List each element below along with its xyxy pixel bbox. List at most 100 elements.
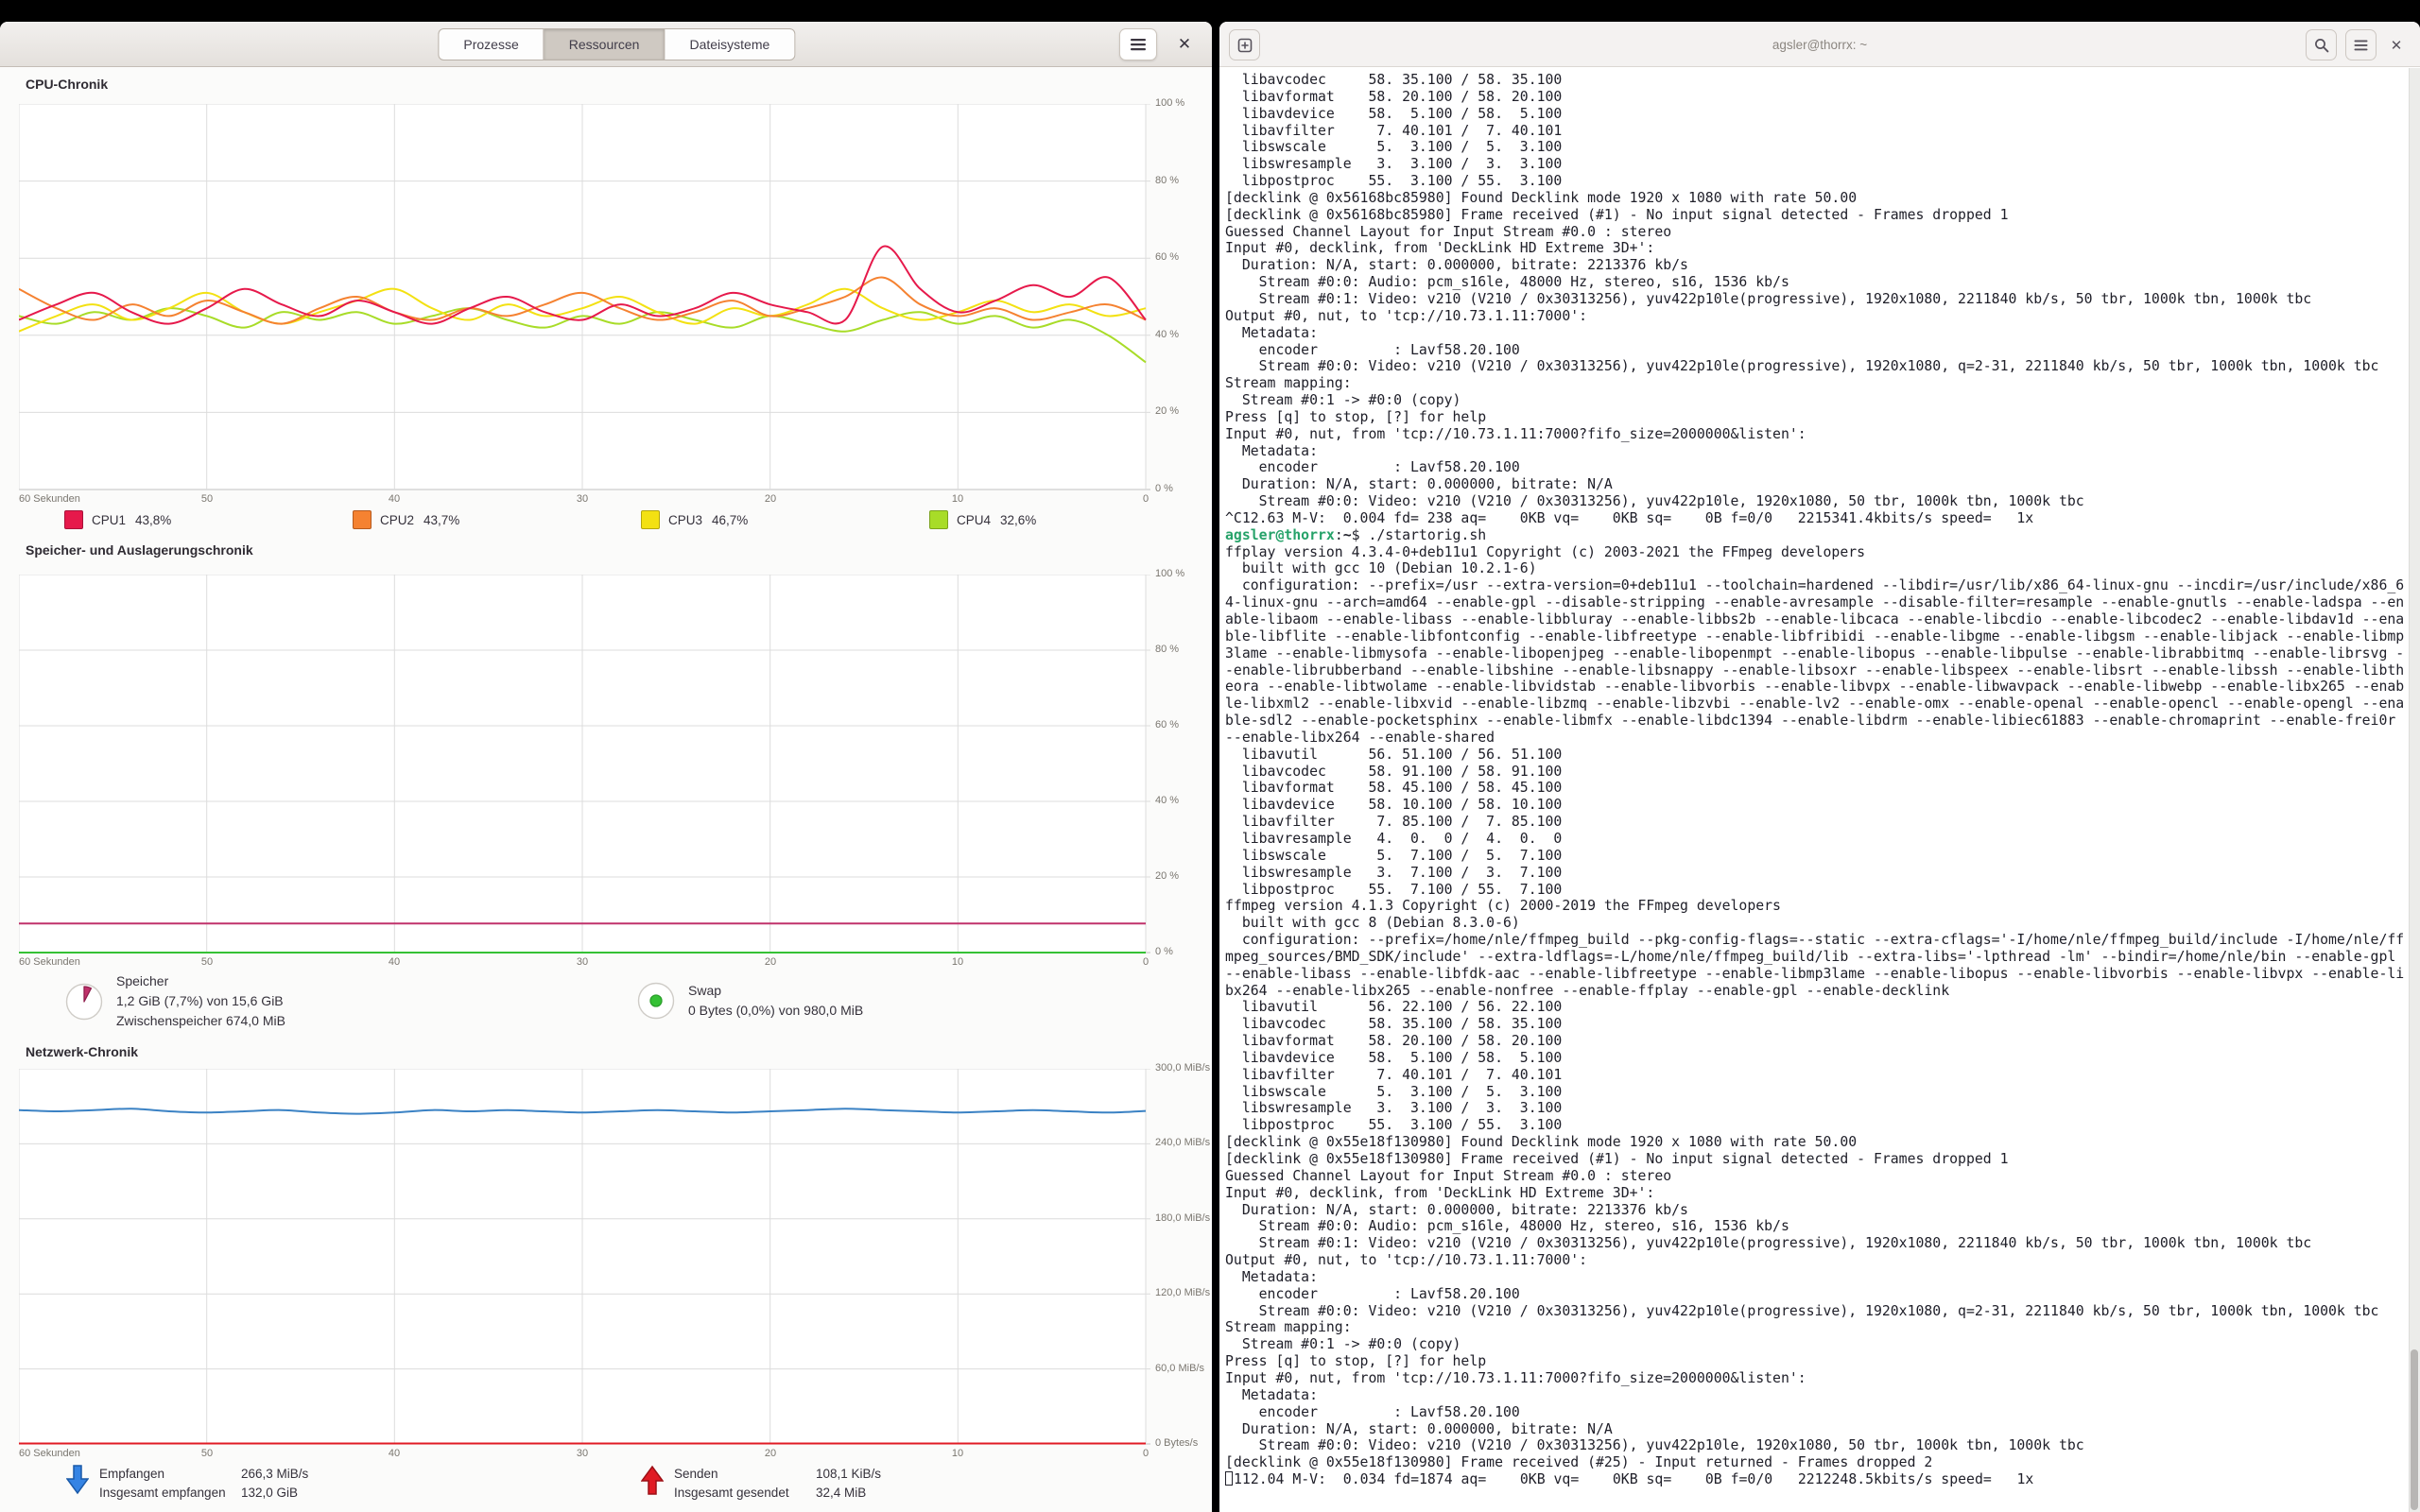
x-tick-label: 40 [389,1448,400,1459]
x-tick-label: 60 Sekunden [19,956,80,968]
terminal-line: libavfilter 7. 85.100 / 7. 85.100 [1225,814,2409,831]
swap-gauge-block: Swap 0 Bytes (0,0%) von 980,0 MiB [636,981,863,1021]
monitor-close-button[interactable]: ✕ [1172,32,1197,57]
y-tick-label: 60 % [1155,251,1179,263]
terminal-line: [decklink @ 0x55e18f130980] Frame receiv… [1225,1454,2409,1471]
terminal-line: ^C12.63 M-V: 0.004 fd= 238 aq= 0KB vq= 0… [1225,510,2409,527]
terminal-line: Input #0, decklink, from 'DeckLink HD Ex… [1225,240,2409,257]
system-monitor-window: ProzesseRessourcenDateisysteme ✕ CPU-Chr… [0,22,1212,1512]
terminal-line: agsler@thorrx:~$ ./startorig.sh [1225,527,2409,544]
terminal-line: built with gcc 10 (Debian 10.2.1-6) [1225,560,2409,577]
x-tick-label: 50 [201,493,213,505]
terminal-line: libavutil 56. 22.100 / 56. 22.100 [1225,999,2409,1016]
monitor-headerbar: ProzesseRessourcenDateisysteme ✕ [0,22,1212,67]
receive-total: 132,0 GiB [241,1484,298,1503]
tab-dateisysteme[interactable]: Dateisysteme [665,28,795,60]
y-tick-label: 60,0 MiB/s [1155,1363,1204,1374]
scrollbar-thumb[interactable] [2411,1349,2418,1510]
x-tick-label: 0 [1143,956,1149,968]
monitor-tab-group: ProzesseRessourcenDateisysteme [438,28,795,60]
new-tab-button[interactable] [1229,29,1260,60]
cpu-color-swatch [641,510,660,529]
terminal-line: Stream mapping: [1225,1319,2409,1336]
terminal-line: Duration: N/A, start: 0.000000, bitrate:… [1225,1202,2409,1219]
x-tick-label: 10 [952,956,963,968]
y-tick-label: 20 % [1155,405,1179,417]
y-tick-label: 120,0 MiB/s [1155,1287,1210,1298]
terminal-line: Stream #0:0: Audio: pcm_s16le, 48000 Hz,… [1225,274,2409,291]
network-history-chart [19,1069,1146,1444]
terminal-line: libavutil 56. 51.100 / 56. 51.100 [1225,747,2409,764]
x-tick-label: 20 [765,493,776,505]
memory-gauge-block: Speicher 1,2 GiB (7,7%) von 15,6 GiB Zwi… [64,971,285,1031]
swap-usage: 0 Bytes (0,0%) von 980,0 MiB [688,1001,863,1021]
terminal-line: Stream #0:0: Audio: pcm_s16le, 48000 Hz,… [1225,1218,2409,1235]
terminal-line: ble-sdl2 --enable-pocketsphinx --enable-… [1225,713,2409,730]
cpu-legend-item-cpu4[interactable]: CPU4 32,6% [929,510,1036,529]
x-tick-label: 60 Sekunden [19,493,80,505]
terminal-line: ffmpeg version 4.1.3 Copyright (c) 2000-… [1225,898,2409,915]
terminal-line: Guessed Channel Layout for Input Stream … [1225,1168,2409,1185]
terminal-line: configuration: --prefix=/home/nle/ffmpeg… [1225,932,2409,949]
prompt-user: agsler@thorrx [1225,527,1335,543]
y-tick-label: 40 % [1155,795,1179,806]
terminal-line: Stream #0:0: Video: v210 (V210 / 0x30313… [1225,358,2409,375]
terminal-menu-button[interactable] [2345,29,2377,60]
terminal-line: Metadata: [1225,443,2409,460]
terminal-line: Metadata: [1225,325,2409,342]
receive-rate: 266,3 MiB/s [241,1465,308,1484]
terminal-line: eora --enable-libtwolame --enable-libvid… [1225,679,2409,696]
terminal-output[interactable]: libavcodec 58. 35.100 / 58. 35.100 libav… [1219,68,2409,1512]
terminal-line: Duration: N/A, start: 0.000000, bitrate:… [1225,257,2409,274]
cpu-name: CPU2 [380,513,414,527]
terminal-search-button[interactable] [2306,29,2337,60]
cpu-name: CPU1 [92,513,126,527]
terminal-cursor [1225,1471,1233,1486]
x-tick-label: 60 Sekunden [19,1448,80,1459]
monitor-menu-button[interactable] [1119,28,1157,60]
terminal-line: libswresample 3. 3.100 / 3. 3.100 [1225,156,2409,173]
memory-section-title: Speicher- und Auslagerungschronik [26,542,253,558]
terminal-line: libswresample 3. 3.100 / 3. 3.100 [1225,1100,2409,1117]
x-tick-label: 0 [1143,493,1149,505]
terminal-line: encoder : Lavf58.20.100 [1225,459,2409,476]
terminal-line: Stream #0:0: Video: v210 (V210 / 0x30313… [1225,1303,2409,1320]
x-tick-label: 30 [577,956,588,968]
memory-x-axis-labels: 60 Sekunden50403020100 [19,956,1146,970]
terminal-line: encoder : Lavf58.20.100 [1225,1286,2409,1303]
terminal-line: libswscale 5. 3.100 / 5. 3.100 [1225,139,2409,156]
terminal-close-button[interactable]: ✕ [2384,33,2409,58]
network-receive-legend: Empfangen 266,3 MiB/s Insgesamt empfange… [99,1465,308,1503]
y-tick-label: 100 % [1155,97,1184,109]
terminal-line: --enable-libass --enable-libfdk-aac --en… [1225,966,2409,983]
cpu-color-swatch [64,510,83,529]
x-tick-label: 50 [201,1448,213,1459]
y-tick-label: 20 % [1155,870,1179,882]
terminal-line: Stream #0:1 -> #0:0 (copy) [1225,392,2409,409]
swap-label: Swap [688,981,863,1001]
terminal-line: libavformat 58. 20.100 / 58. 20.100 [1225,89,2409,106]
terminal-line: --enable-libx264 --enable-shared [1225,730,2409,747]
hamburger-icon [1130,38,1147,51]
terminal-line: libavcodec 58. 35.100 / 58. 35.100 [1225,1016,2409,1033]
cpu-color-swatch [353,510,372,529]
terminal-line: Input #0, decklink, from 'DeckLink HD Ex… [1225,1185,2409,1202]
terminal-line: Press [q] to stop, [?] for help [1225,1353,2409,1370]
cpu-legend-item-cpu3[interactable]: CPU3 46,7% [641,510,748,529]
tab-ressourcen[interactable]: Ressourcen [544,28,666,60]
terminal-line: libavfilter 7. 40.101 / 7. 40.101 [1225,1067,2409,1084]
cpu-color-swatch [929,510,948,529]
upload-arrow-icon [641,1465,664,1495]
cpu-legend-item-cpu2[interactable]: CPU2 43,7% [353,510,459,529]
x-tick-label: 40 [389,493,400,505]
x-tick-label: 40 [389,956,400,968]
terminal-line: 112.04 M-V: 0.034 fd=1874 aq= 0KB vq= 0K… [1225,1471,2409,1488]
terminal-scrollbar[interactable] [2409,68,2420,1512]
download-arrow-icon [66,1465,89,1495]
cpu-legend-item-cpu1[interactable]: CPU1 43,8% [64,510,171,529]
terminal-line: 3lame --enable-libmysofa --enable-libope… [1225,645,2409,662]
terminal-line: ble-libflite --enable-libfontconfig --en… [1225,628,2409,645]
cpu-section-title: CPU-Chronik [26,77,108,92]
terminal-line: libavcodec 58. 91.100 / 58. 91.100 [1225,764,2409,781]
tab-prozesse[interactable]: Prozesse [438,28,544,60]
